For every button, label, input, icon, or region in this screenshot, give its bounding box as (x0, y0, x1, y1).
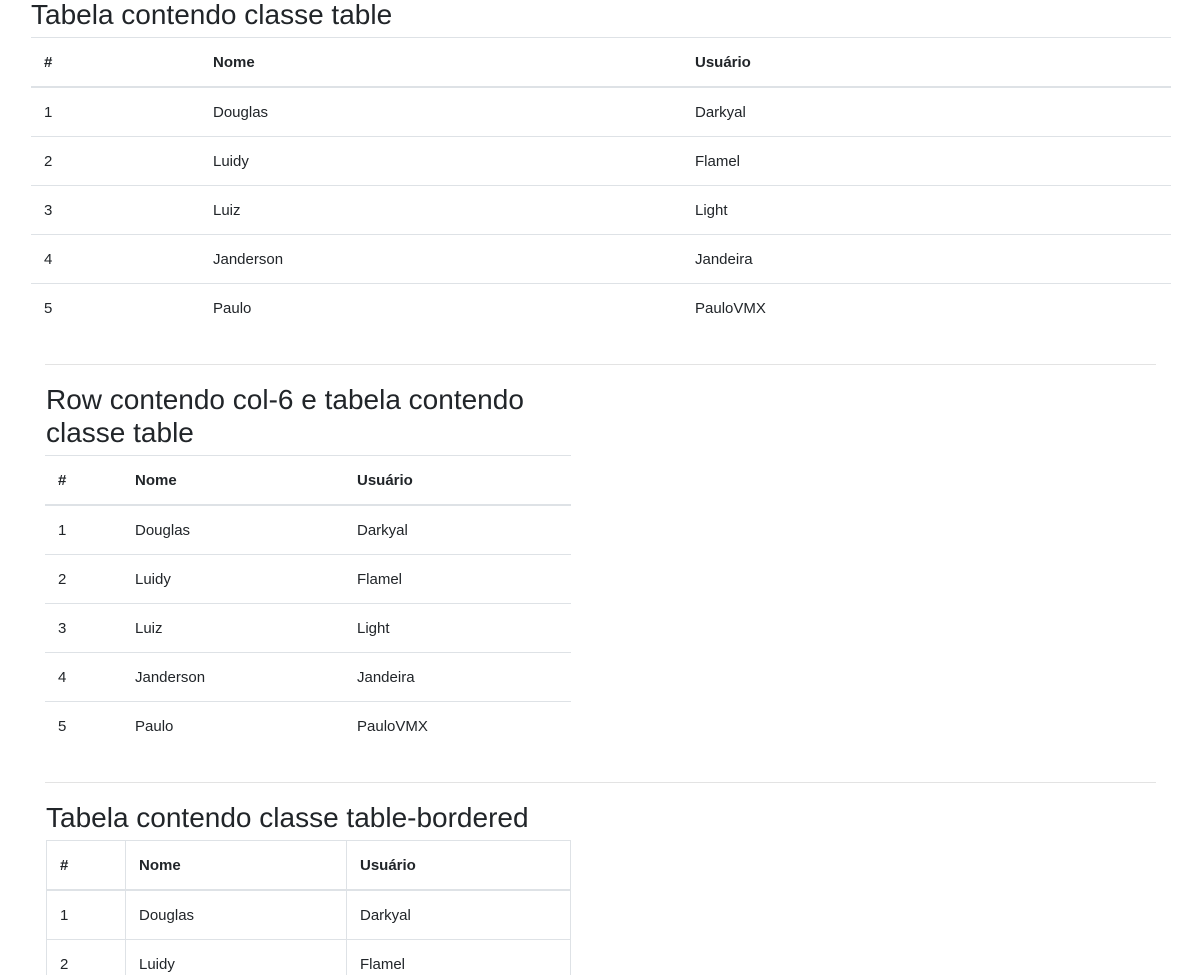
table-row: 1 Douglas Darkyal (45, 504, 571, 555)
cell-number: 4 (45, 652, 122, 702)
cell-user: Darkyal (344, 504, 571, 555)
cell-user: Light (682, 185, 1171, 235)
cell-user: Jandeira (682, 234, 1171, 284)
users-table: # Nome Usuário 1 Douglas Darkyal 2 Luidy… (45, 455, 571, 750)
column-header-user: Usuário (344, 455, 571, 506)
users-table: # Nome Usuário 1 Douglas Darkyal 2 Luidy… (31, 37, 1171, 332)
cell-number: 1 (45, 504, 122, 555)
cell-user: Flamel (344, 554, 571, 604)
section-divider (45, 782, 1156, 783)
cell-number: 5 (31, 283, 200, 332)
section-divider (45, 364, 1156, 365)
table-row: 2 Luidy Flamel (31, 136, 1171, 186)
cell-name: Douglas (122, 504, 344, 555)
cell-name: Janderson (122, 652, 344, 702)
table-row: 3 Luiz Light (31, 185, 1171, 235)
bordered-users-table: # Nome Usuário 1 Douglas Darkyal 2 Luidy… (46, 840, 571, 975)
cell-name: Luidy (125, 939, 347, 975)
section-title: Tabela contendo classe table-bordered (46, 802, 529, 833)
cell-user: Flamel (682, 136, 1171, 186)
column-header-user: Usuário (346, 840, 571, 891)
column-header-number: # (46, 840, 126, 891)
table-row: 1 Douglas Darkyal (46, 889, 571, 940)
column-header-number: # (31, 37, 200, 88)
table-row: 2 Luidy Flamel (46, 939, 571, 975)
cell-name: Paulo (122, 701, 344, 750)
column-header-name: Nome (200, 37, 682, 88)
cell-number: 4 (31, 234, 200, 284)
table-row: 5 Paulo PauloVMX (45, 701, 571, 750)
cell-name: Luiz (200, 185, 682, 235)
cell-number: 3 (45, 603, 122, 653)
table-row: 1 Douglas Darkyal (31, 86, 1171, 137)
cell-number: 2 (46, 939, 126, 975)
cell-number: 2 (31, 136, 200, 186)
cell-number: 1 (31, 86, 200, 137)
table-row: 5 Paulo PauloVMX (31, 283, 1171, 332)
cell-number: 1 (46, 889, 126, 940)
section-title: Row contendo col-6 e tabela contendo cla… (46, 384, 524, 448)
cell-name: Douglas (125, 889, 347, 940)
table-row: 4 Janderson Jandeira (31, 234, 1171, 284)
cell-name: Janderson (200, 234, 682, 284)
table-header-row: # Nome Usuário (46, 840, 571, 891)
cell-number: 2 (45, 554, 122, 604)
cell-name: Douglas (200, 86, 682, 137)
cell-name: Paulo (200, 283, 682, 332)
cell-user: Flamel (346, 939, 571, 975)
cell-user: Jandeira (344, 652, 571, 702)
cell-user: PauloVMX (344, 701, 571, 750)
cell-number: 3 (31, 185, 200, 235)
cell-name: Luiz (122, 603, 344, 653)
page: Tabela contendo classe table # Nome Usuá… (0, 0, 1193, 975)
column-header-user: Usuário (682, 37, 1171, 88)
column-header-number: # (45, 455, 122, 506)
cell-user: Darkyal (682, 86, 1171, 137)
column-header-name: Nome (125, 840, 347, 891)
table-header-row: # Nome Usuário (31, 37, 1171, 88)
table-row: 3 Luiz Light (45, 603, 571, 653)
table-row: 2 Luidy Flamel (45, 554, 571, 604)
cell-name: Luidy (122, 554, 344, 604)
cell-user: Light (344, 603, 571, 653)
cell-number: 5 (45, 701, 122, 750)
table-row: 4 Janderson Jandeira (45, 652, 571, 702)
section-title: Tabela contendo classe table (31, 0, 393, 30)
column-header-name: Nome (122, 455, 344, 506)
cell-user: Darkyal (346, 889, 571, 940)
cell-name: Luidy (200, 136, 682, 186)
cell-user: PauloVMX (682, 283, 1171, 332)
table-header-row: # Nome Usuário (45, 455, 571, 506)
